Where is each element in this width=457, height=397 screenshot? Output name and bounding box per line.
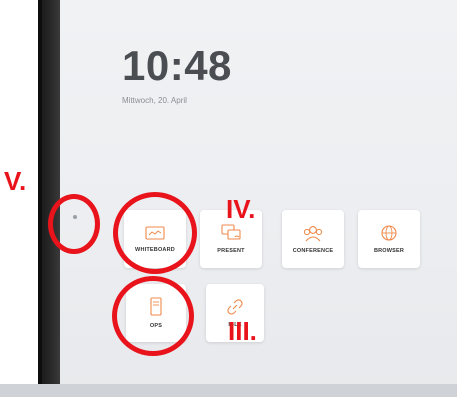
annotation-circle-whiteboard xyxy=(113,192,197,274)
app-label-present: PRESENT xyxy=(217,248,245,254)
app-label-conference: CONFERENCE xyxy=(292,248,334,254)
annotation-label-iv: IV. xyxy=(226,194,256,224)
monitor-bezel xyxy=(42,0,60,397)
annotation-circle-ops xyxy=(112,276,194,356)
present-icon xyxy=(221,224,241,240)
app-label-browser: BROWSER xyxy=(373,248,405,254)
annotation-label-iii: III. xyxy=(228,316,257,346)
monitor-bottom-frame xyxy=(0,384,457,397)
conference-icon xyxy=(303,226,323,242)
browser-icon xyxy=(381,225,397,241)
annotation-circle-v xyxy=(48,194,100,254)
clock-time: 10:48 xyxy=(122,42,232,89)
clock-date: Mittwoch, 20. April xyxy=(122,96,187,105)
app-tile-browser[interactable]: BROWSER xyxy=(358,210,420,268)
annotation-label-v: V. xyxy=(4,166,27,196)
app-tile-conference[interactable]: CONFERENCE xyxy=(282,210,344,268)
link-icon xyxy=(227,299,243,315)
